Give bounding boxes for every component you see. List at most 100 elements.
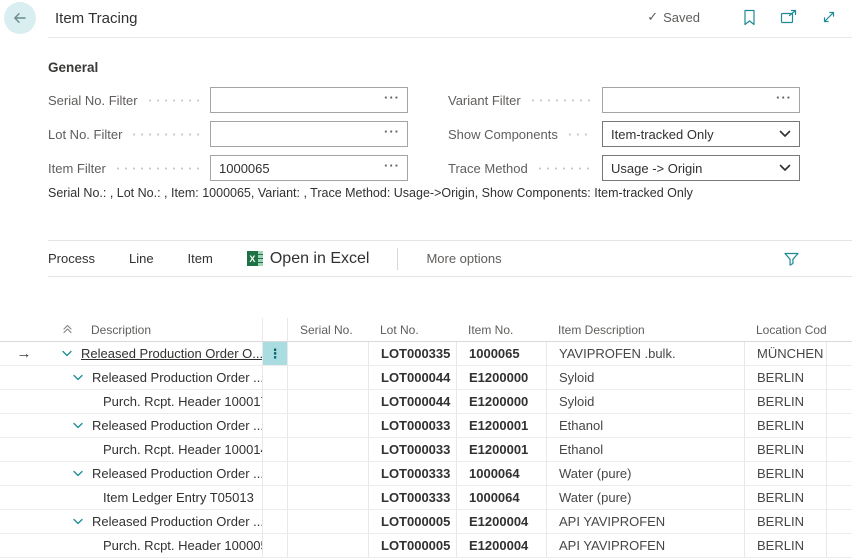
row-description[interactable]: Purch. Rcpt. Header 100014 [103, 442, 262, 457]
bookmark-icon[interactable] [740, 8, 758, 26]
row-gutter [0, 414, 48, 437]
cell-item-no[interactable]: 1000064 [456, 486, 546, 509]
table-row[interactable]: Released Production Order ... LOT000044 … [0, 366, 852, 390]
cell-location-code[interactable]: BERLIN [744, 486, 826, 509]
chevron-down-icon[interactable] [72, 418, 84, 433]
cell-lot-no[interactable]: LOT000033 [368, 438, 456, 461]
cell-item-no[interactable]: E1200004 [456, 534, 546, 557]
table-row[interactable]: Item Ledger Entry T05013 LOT000333 10000… [0, 486, 852, 510]
cell-serial-no[interactable] [288, 486, 368, 509]
cell-item-description[interactable]: Water (pure) [546, 462, 744, 485]
show-components-select[interactable]: Item-tracked Only [602, 121, 800, 147]
trace-method-value: Usage -> Origin [611, 161, 702, 176]
row-description[interactable]: Released Production Order ... [92, 370, 262, 385]
filter-icon[interactable] [783, 251, 800, 267]
chevron-down-icon[interactable] [72, 466, 84, 481]
table-row[interactable]: Released Production Order ... LOT000033 … [0, 414, 852, 438]
cell-location-code[interactable]: BERLIN [744, 414, 826, 437]
cell-item-no[interactable]: E1200000 [456, 366, 546, 389]
trace-method-select[interactable]: Usage -> Origin [602, 155, 800, 181]
table-row[interactable]: Purch. Rcpt. Header 100014 LOT000033 E12… [0, 438, 852, 462]
cell-item-no[interactable]: E1200004 [456, 510, 546, 533]
row-description[interactable]: Released Production Order ... [92, 418, 262, 433]
cell-lot-no[interactable]: LOT000033 [368, 414, 456, 437]
header-item-no[interactable]: Item No. [456, 318, 546, 341]
cell-serial-no[interactable] [288, 510, 368, 533]
expand-icon[interactable] [820, 8, 838, 26]
cell-location-code[interactable]: BERLIN [744, 366, 826, 389]
cell-item-description[interactable]: Syloid [546, 366, 744, 389]
cell-item-no[interactable]: 1000065 [456, 342, 546, 365]
cell-serial-no[interactable] [288, 342, 368, 365]
table-row[interactable]: Released Production Order ... LOT000333 … [0, 462, 852, 486]
lot-no-filter-input[interactable] [211, 127, 382, 142]
cell-item-no[interactable]: E1200001 [456, 414, 546, 437]
assist-edit-icon[interactable]: ··· [382, 158, 407, 179]
header-description[interactable]: Description [48, 318, 262, 341]
row-description[interactable]: Purch. Rcpt. Header 100017 [103, 394, 262, 409]
cell-location-code[interactable]: BERLIN [744, 510, 826, 533]
cell-serial-no[interactable] [288, 414, 368, 437]
row-description[interactable]: Released Production Order ... [92, 514, 262, 529]
header-location-code[interactable]: Location Code [744, 318, 826, 341]
toolbar-item[interactable]: Item [188, 251, 213, 266]
row-description[interactable]: Purch. Rcpt. Header 100005 [103, 538, 262, 553]
chevron-down-icon[interactable] [72, 514, 84, 529]
open-in-excel-button[interactable]: X Open in Excel [247, 250, 370, 268]
variant-filter-input[interactable] [603, 93, 774, 108]
table-row[interactable]: → Released Production Order O... ⋮ LOT00… [0, 342, 852, 366]
assist-edit-icon[interactable]: ··· [382, 124, 407, 145]
assist-edit-icon[interactable]: ··· [382, 90, 407, 111]
row-description[interactable]: Item Ledger Entry T05013 [103, 490, 254, 505]
chevron-down-icon[interactable] [61, 346, 73, 361]
chevron-down-icon[interactable] [72, 370, 84, 385]
row-description[interactable]: Released Production Order O... [81, 346, 262, 361]
assist-edit-icon[interactable]: ··· [774, 90, 799, 111]
table-row[interactable]: Released Production Order ... LOT000005 … [0, 510, 852, 534]
table-row[interactable]: Purch. Rcpt. Header 100017 LOT000044 E12… [0, 390, 852, 414]
back-button[interactable] [4, 2, 36, 34]
cell-lot-no[interactable]: LOT000005 [368, 534, 456, 557]
cell-serial-no[interactable] [288, 534, 368, 557]
cell-serial-no[interactable] [288, 390, 368, 413]
cell-location-code[interactable]: BERLIN [744, 438, 826, 461]
cell-item-description[interactable]: Syloid [546, 390, 744, 413]
cell-item-no[interactable]: E1200000 [456, 390, 546, 413]
toolbar-process[interactable]: Process [48, 251, 95, 266]
cell-lot-no[interactable]: LOT000333 [368, 486, 456, 509]
vertical-ellipsis-icon: ⋮ [269, 346, 282, 362]
cell-item-description[interactable]: Water (pure) [546, 486, 744, 509]
cell-location-code[interactable]: BERLIN [744, 462, 826, 485]
cell-serial-no[interactable] [288, 438, 368, 461]
cell-location-code[interactable]: BERLIN [744, 534, 826, 557]
trace-result-table: Description Serial No. Lot No. Item No. … [0, 318, 852, 558]
cell-item-description[interactable]: Ethanol [546, 414, 744, 437]
cell-serial-no[interactable] [288, 462, 368, 485]
cell-lot-no[interactable]: LOT000333 [368, 462, 456, 485]
header-lot-no[interactable]: Lot No. [368, 318, 456, 341]
header-item-description[interactable]: Item Description [546, 318, 744, 341]
collapse-all-icon[interactable] [61, 322, 74, 338]
header-serial-no[interactable]: Serial No. [288, 318, 368, 341]
toolbar-line[interactable]: Line [129, 251, 154, 266]
cell-lot-no[interactable]: LOT000335 [368, 342, 456, 365]
cell-lot-no[interactable]: LOT000044 [368, 366, 456, 389]
open-in-new-window-icon[interactable] [780, 8, 798, 26]
cell-lot-no[interactable]: LOT000005 [368, 510, 456, 533]
cell-item-description[interactable]: Ethanol [546, 438, 744, 461]
row-menu-button[interactable]: ⋮ [262, 342, 288, 365]
cell-lot-no[interactable]: LOT000044 [368, 390, 456, 413]
serial-no-filter-input[interactable] [211, 93, 382, 108]
cell-serial-no[interactable] [288, 366, 368, 389]
more-options-button[interactable]: More options [426, 251, 501, 266]
row-description[interactable]: Released Production Order ... [92, 466, 262, 481]
cell-item-description[interactable]: API YAVIPROFEN [546, 510, 744, 533]
cell-location-code[interactable]: BERLIN [744, 390, 826, 413]
cell-item-no[interactable]: E1200001 [456, 438, 546, 461]
cell-item-description[interactable]: API YAVIPROFEN [546, 534, 744, 557]
table-row[interactable]: Purch. Rcpt. Header 100005 LOT000005 E12… [0, 534, 852, 558]
cell-location-code[interactable]: MÜNCHEN [744, 342, 826, 365]
item-filter-input[interactable] [211, 161, 382, 176]
cell-item-description[interactable]: YAVIPROFEN .bulk. [546, 342, 744, 365]
cell-item-no[interactable]: 1000064 [456, 462, 546, 485]
